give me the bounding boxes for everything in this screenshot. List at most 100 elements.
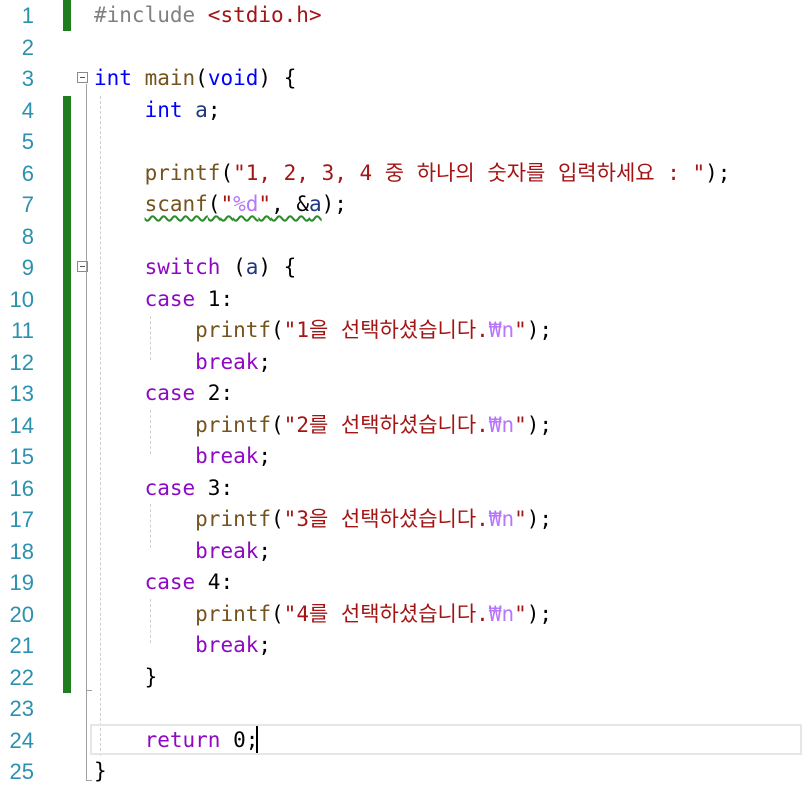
line-number: 4 xyxy=(21,97,34,123)
code-token: break xyxy=(195,538,259,563)
code-text[interactable]: case 2: xyxy=(94,378,234,410)
code-token: " xyxy=(514,412,527,437)
code-token: case xyxy=(144,570,196,594)
code-token: ); xyxy=(526,601,553,626)
code-token: %d xyxy=(233,192,259,216)
code-line[interactable]: 22 } xyxy=(0,662,802,694)
code-text[interactable]: break; xyxy=(94,630,271,662)
code-token: ( xyxy=(271,601,284,626)
code-text[interactable]: break; xyxy=(94,536,271,568)
code-line[interactable]: 13 case 2: xyxy=(0,378,802,410)
code-text[interactable]: int main(void) { xyxy=(94,63,296,95)
line-number: 23 xyxy=(9,696,34,721)
text-caret xyxy=(256,726,258,753)
code-line[interactable]: 20 printf("4를 선택하셨습니다.₩n"); xyxy=(0,599,802,631)
code-line[interactable]: 21 break; xyxy=(0,630,802,662)
line-number: 25 xyxy=(9,759,34,784)
code-text[interactable]: scanf("%d", &a); xyxy=(94,189,347,221)
code-text[interactable]: } xyxy=(94,662,158,694)
current-line-highlight xyxy=(90,724,802,755)
code-token: printf xyxy=(195,318,272,342)
code-editor[interactable]: 1 #include <stdio.h> 2 3 int main(void) {4 i… xyxy=(0,0,802,791)
code-line[interactable]: 18 break; xyxy=(0,536,802,568)
fold-end-marker xyxy=(86,690,92,691)
code-token: ; xyxy=(258,349,272,374)
code-line[interactable]: 25} xyxy=(0,756,802,788)
code-token: ); xyxy=(526,318,553,342)
code-line[interactable]: 8 xyxy=(0,221,802,253)
code-line[interactable]: 4 int a; xyxy=(0,95,802,127)
code-text[interactable]: } xyxy=(94,756,107,788)
code-token: ; xyxy=(258,444,272,468)
line-number: 12 xyxy=(9,349,34,375)
code-line[interactable]: 3 int main(void) { xyxy=(0,63,802,95)
code-text[interactable]: int a; xyxy=(94,95,221,127)
code-token: ); xyxy=(321,192,347,216)
code-line[interactable]: 6 printf("1, 2, 3, 4 중 하나의 숫자를 입력하세요 : "… xyxy=(0,158,802,190)
code-text[interactable]: printf("1을 선택하셨습니다.₩n"); xyxy=(94,315,552,347)
code-token: break xyxy=(195,349,259,374)
code-text[interactable]: case 3: xyxy=(94,473,234,505)
code-token: ; xyxy=(258,633,272,657)
code-token: ( xyxy=(207,192,221,216)
code-token: ); xyxy=(705,160,731,185)
indent-guide xyxy=(150,599,151,643)
code-token: ₩n xyxy=(488,507,515,531)
line-number: 17 xyxy=(9,507,34,532)
code-line[interactable]: 19 case 4: xyxy=(0,567,802,599)
code-token: "4를 선택하셨습니다. xyxy=(283,601,489,626)
code-token: ₩n xyxy=(488,318,515,342)
code-text[interactable]: printf("4를 선택하셨습니다.₩n"); xyxy=(94,599,552,631)
line-number: 6 xyxy=(21,160,34,186)
code-text[interactable]: printf("2를 선택하셨습니다.₩n"); xyxy=(94,410,552,442)
indent-guide xyxy=(150,316,151,360)
code-text[interactable]: switch (a) { xyxy=(94,252,297,284)
line-number: 19 xyxy=(9,570,34,595)
code-token: case xyxy=(144,475,196,500)
code-token: } xyxy=(94,664,158,689)
code-line[interactable]: 2 xyxy=(0,32,802,64)
code-line[interactable]: 10 case 1: xyxy=(0,284,802,316)
code-line[interactable]: 5 xyxy=(0,126,802,158)
code-text[interactable]: break; xyxy=(94,347,271,379)
code-token: a xyxy=(309,192,322,216)
collapse-main-icon[interactable] xyxy=(77,72,88,83)
code-line[interactable]: 9 switch (a) { xyxy=(0,252,802,284)
code-text[interactable]: case 1: xyxy=(94,284,234,316)
code-text[interactable]: printf("1, 2, 3, 4 중 하나의 숫자를 입력하세요 : "); xyxy=(94,158,731,190)
code-line[interactable]: 11 printf("1을 선택하셨습니다.₩n"); xyxy=(0,315,802,347)
code-text[interactable]: case 4: xyxy=(94,567,234,599)
code-line[interactable]: 1 #include <stdio.h> xyxy=(0,0,802,32)
code-text[interactable]: #include <stdio.h> xyxy=(94,0,322,32)
code-line[interactable]: 12 break; xyxy=(0,347,802,379)
code-token: printf xyxy=(195,412,272,437)
code-token: a xyxy=(195,97,208,122)
code-token: ); xyxy=(526,412,553,437)
code-line[interactable]: 15 break; xyxy=(0,441,802,473)
code-token: "3을 선택하셨습니다. xyxy=(283,507,489,531)
code-line[interactable]: 7 scanf("%d", &a); xyxy=(0,189,802,221)
code-token: printf xyxy=(195,507,272,531)
code-line[interactable]: 14 printf("2를 선택하셨습니다.₩n"); xyxy=(0,410,802,442)
code-token: ) { xyxy=(258,66,297,90)
code-line[interactable]: 16 case 3: xyxy=(0,473,802,505)
line-number: 8 xyxy=(21,223,34,249)
code-token: 2: xyxy=(195,381,234,405)
code-text[interactable]: break; xyxy=(94,441,271,473)
code-line[interactable]: 17 printf("3을 선택하셨습니다.₩n"); xyxy=(0,504,802,536)
code-token: ₩n xyxy=(488,412,515,437)
line-number: 2 xyxy=(21,34,34,60)
code-line[interactable]: 23 xyxy=(0,693,802,725)
line-number: 15 xyxy=(9,444,34,469)
line-number: 5 xyxy=(21,129,34,154)
code-token: ₩n xyxy=(488,601,515,626)
code-token: case xyxy=(144,286,196,311)
code-token: 4: xyxy=(195,570,234,594)
code-text[interactable]: printf("3을 선택하셨습니다.₩n"); xyxy=(94,504,552,536)
